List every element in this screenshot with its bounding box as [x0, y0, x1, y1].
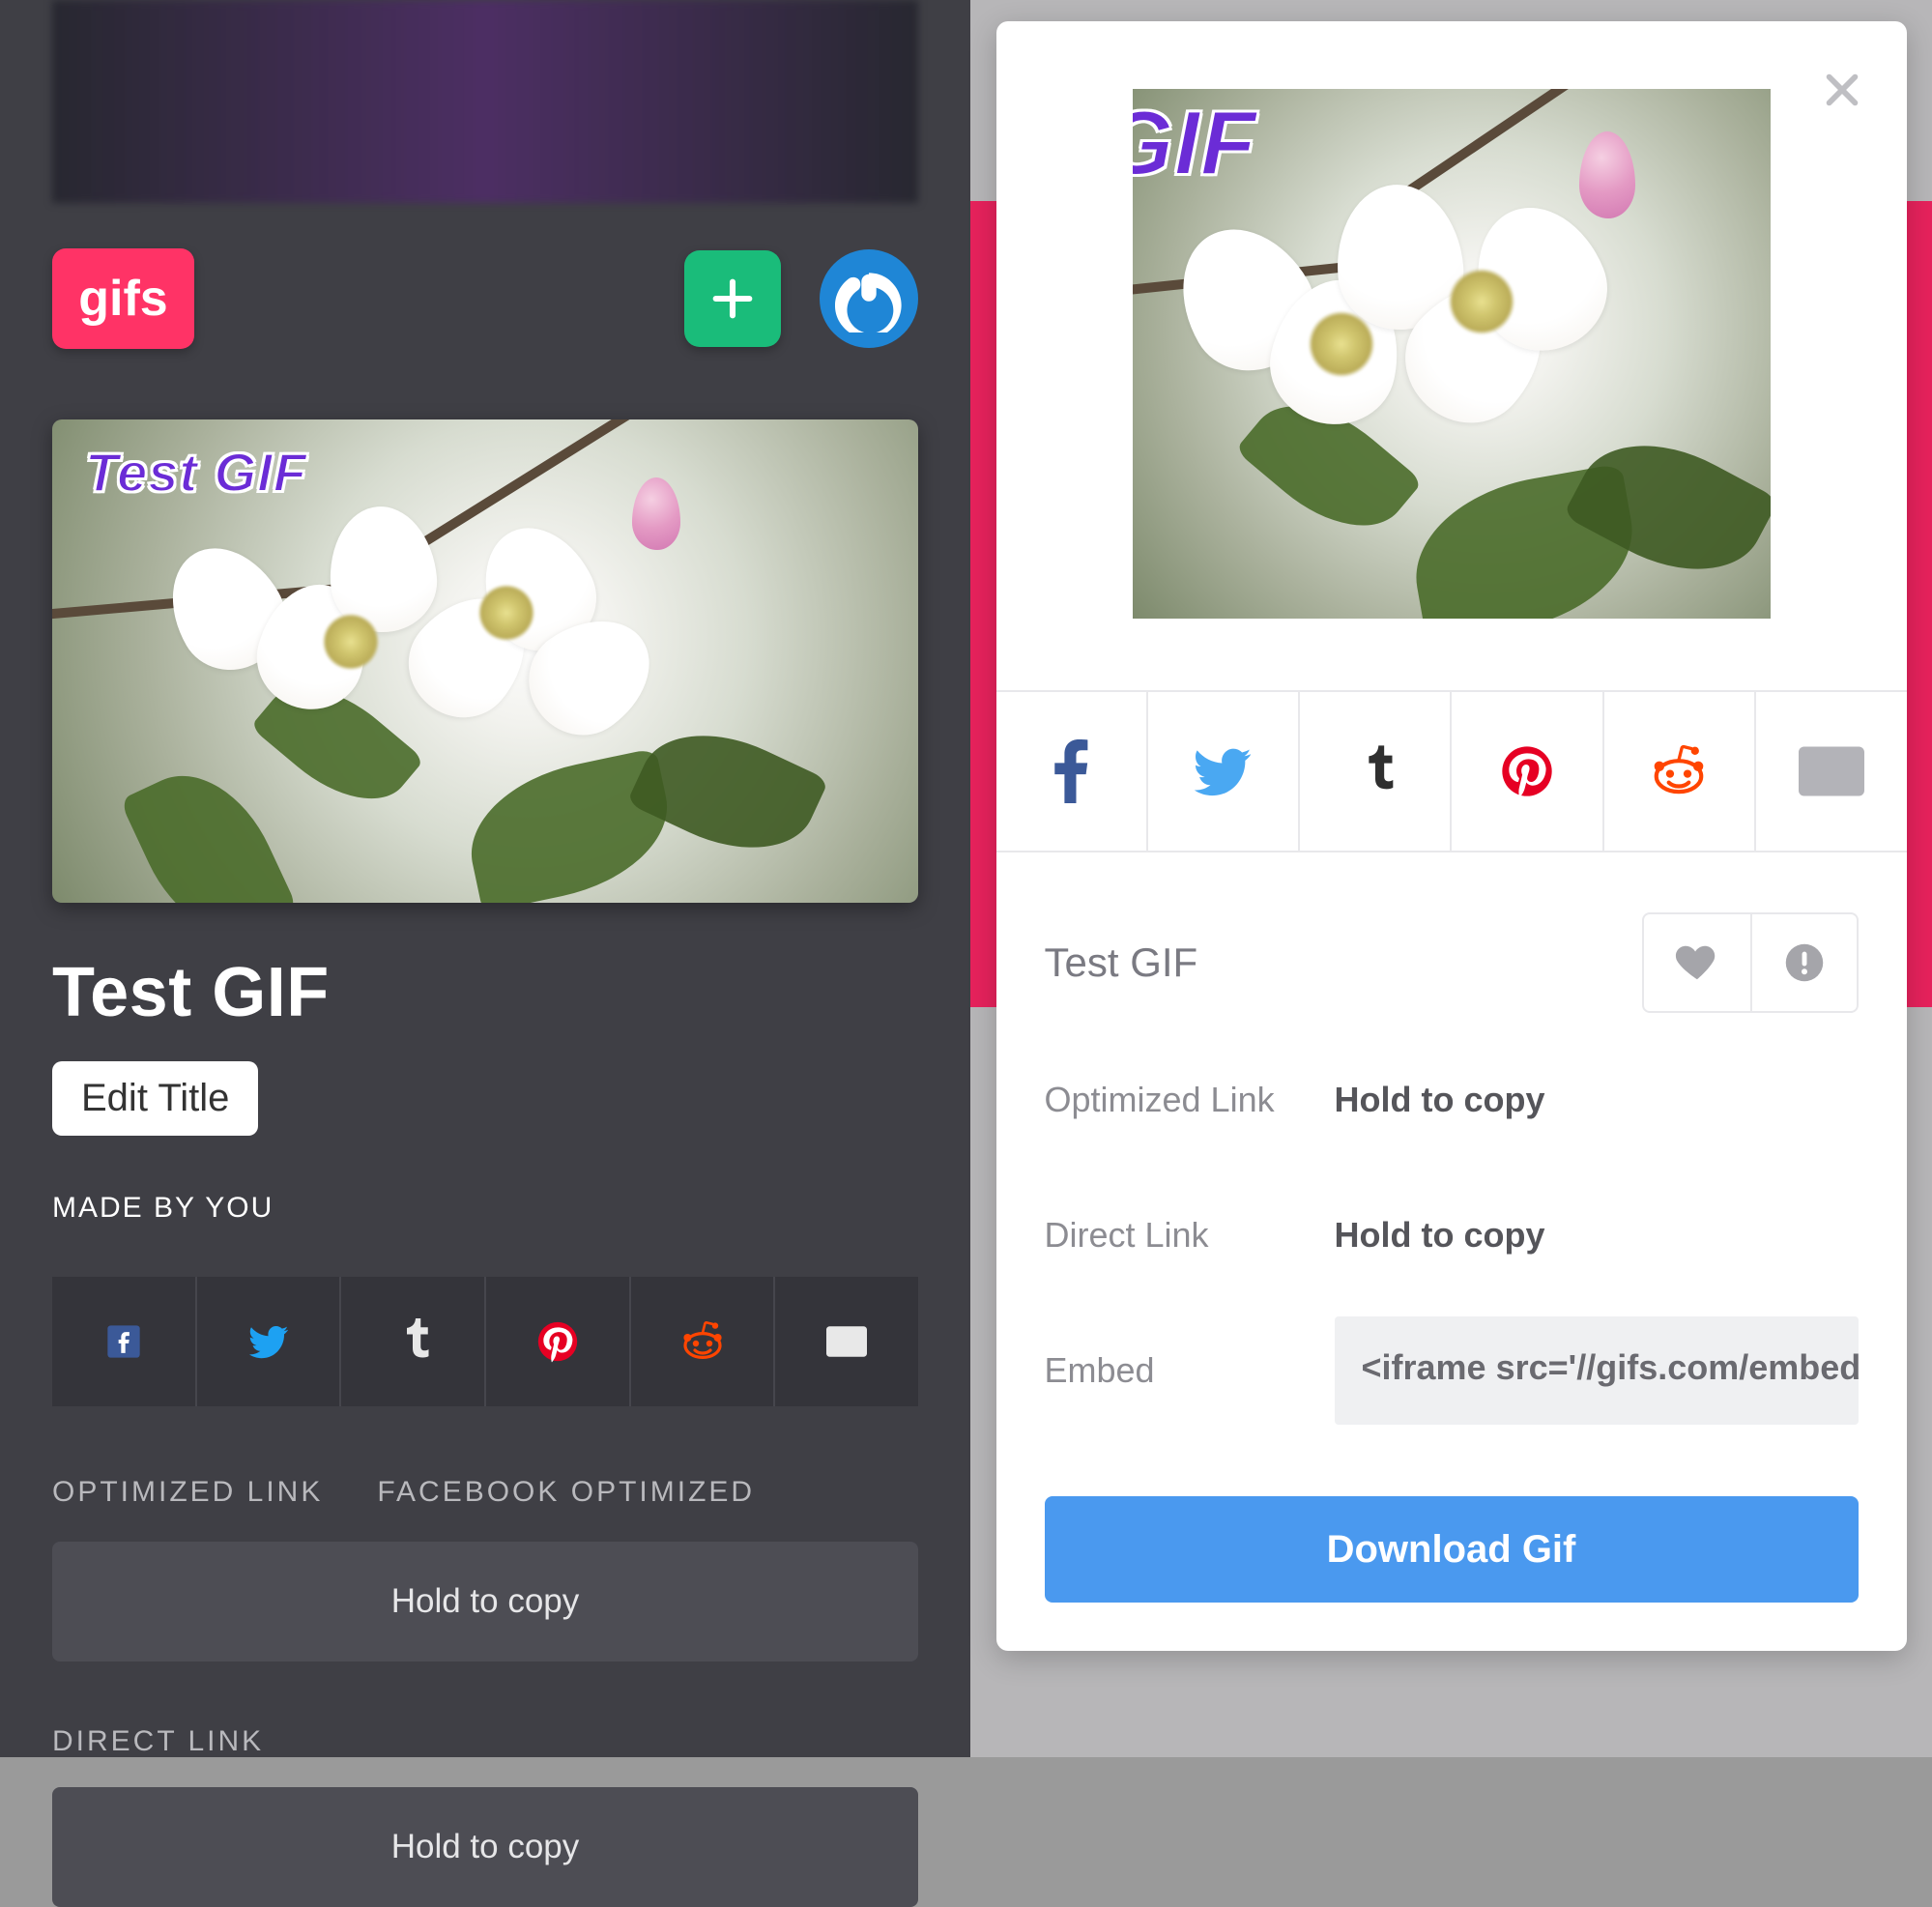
heart-icon	[1675, 940, 1719, 985]
page-behind-modal: t GIF	[970, 0, 1932, 1757]
link-section: OPTIMIZED LINK FACEBOOK OPTIMIZED Hold t…	[52, 1476, 918, 1907]
direct-link-copy[interactable]: Hold to copy	[52, 1787, 918, 1907]
direct-link-label: Direct Link	[1045, 1215, 1335, 1256]
direct-link-copy[interactable]: Hold to copy	[1335, 1215, 1859, 1256]
share-facebook[interactable]	[996, 692, 1146, 851]
share-tumblr[interactable]	[1298, 692, 1450, 851]
share-tumblr[interactable]	[339, 1277, 484, 1406]
edit-title-button[interactable]: Edit Title	[52, 1061, 258, 1136]
detail-view: gifs	[0, 0, 970, 1757]
tumblr-icon	[1356, 743, 1395, 799]
pinterest-icon	[536, 1320, 579, 1363]
header-backdrop	[52, 0, 918, 203]
direct-link-row: Direct Link Hold to copy	[996, 1168, 1907, 1303]
link-labels-row: OPTIMIZED LINK FACEBOOK OPTIMIZED	[52, 1476, 918, 1509]
tumblr-icon	[395, 1318, 430, 1365]
facebook-icon	[1050, 739, 1092, 803]
direct-link-label: DIRECT LINK	[52, 1725, 918, 1758]
gif-overlay-caption: t GIF	[1133, 91, 1257, 195]
optimized-link-copy[interactable]: Hold to copy	[52, 1542, 918, 1661]
share-reddit[interactable]	[629, 1277, 774, 1406]
reddit-icon	[1649, 741, 1709, 801]
optimized-link-label: Optimized Link	[1045, 1080, 1335, 1120]
modal-share-bar	[996, 690, 1907, 852]
brand-logo[interactable]: gifs	[52, 248, 194, 349]
embed-code-field[interactable]: <iframe src='//gifs.com/embed	[1335, 1316, 1859, 1425]
author-label: MADE BY YOU	[52, 1192, 918, 1225]
modal-close-button[interactable]	[1820, 68, 1864, 112]
gif-preview[interactable]: Test GIF	[52, 419, 918, 903]
close-icon	[1820, 68, 1864, 112]
twitter-icon	[245, 1318, 292, 1365]
share-email[interactable]	[773, 1277, 918, 1406]
share-email[interactable]	[1754, 692, 1906, 851]
share-twitter[interactable]	[195, 1277, 340, 1406]
facebook-icon	[104, 1322, 143, 1361]
modal-gif-title: Test GIF	[1045, 939, 1198, 986]
gravatar-icon	[835, 265, 903, 332]
share-twitter[interactable]	[1146, 692, 1298, 851]
plus-icon	[707, 274, 758, 324]
like-button[interactable]	[1644, 914, 1750, 1011]
gif-title: Test GIF	[52, 953, 918, 1032]
share-facebook[interactable]	[52, 1277, 195, 1406]
header-bar: gifs	[52, 203, 918, 358]
email-icon	[1799, 746, 1864, 796]
optimized-link-row: Optimized Link Hold to copy	[996, 1032, 1907, 1168]
modal-title-row: Test GIF	[996, 852, 1907, 1032]
email-icon	[826, 1325, 867, 1358]
modal-action-group	[1642, 912, 1859, 1013]
report-button[interactable]	[1750, 914, 1857, 1011]
share-reddit[interactable]	[1602, 692, 1754, 851]
optimized-link-copy[interactable]: Hold to copy	[1335, 1080, 1859, 1120]
optimized-link-label: OPTIMIZED LINK	[52, 1476, 323, 1509]
pinterest-icon	[1500, 744, 1554, 798]
download-gif-button[interactable]: Download Gif	[1045, 1496, 1859, 1603]
header-actions	[684, 249, 918, 348]
twitter-icon	[1189, 737, 1256, 805]
share-pinterest[interactable]	[1450, 692, 1601, 851]
gif-overlay-caption: Test GIF	[85, 441, 307, 504]
user-avatar[interactable]	[820, 249, 918, 348]
share-bar	[52, 1277, 918, 1406]
modal-gif-preview[interactable]: t GIF	[1133, 89, 1771, 619]
reddit-icon	[679, 1318, 726, 1365]
facebook-optimized-label: FACEBOOK OPTIMIZED	[377, 1476, 755, 1509]
share-pinterest[interactable]	[484, 1277, 629, 1406]
create-new-button[interactable]	[684, 250, 781, 347]
embed-label: Embed	[1045, 1350, 1335, 1391]
report-icon	[1784, 942, 1825, 983]
share-modal: t GIF	[996, 21, 1907, 1651]
embed-row: Embed <iframe src='//gifs.com/embed	[996, 1303, 1907, 1438]
